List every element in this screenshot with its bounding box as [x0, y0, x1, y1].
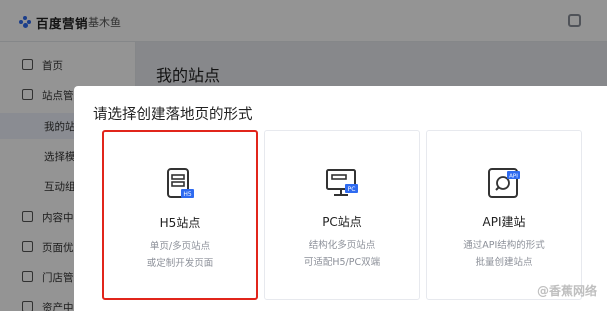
svg-text:API: API [509, 174, 518, 180]
api-site-icon: API [488, 168, 520, 198]
option-description: 结构化多页站点 可适配H5/PC双端 [265, 237, 419, 271]
option-description: 单页/多页站点 或定制开发页面 [104, 238, 256, 272]
option-description: 通过API结构的形式 批量创建站点 [427, 237, 581, 271]
option-card-api[interactable]: API API建站 通过API结构的形式 批量创建站点 [426, 130, 582, 300]
description-line: 批量创建站点 [475, 257, 533, 268]
description-line: 单页/多页站点 [149, 241, 211, 252]
svg-text:H5: H5 [183, 191, 192, 198]
description-line: 结构化多页站点 [308, 240, 376, 251]
modal-title: 请选择创建落地页的形式 [93, 107, 253, 123]
description-line: 通过API结构的形式 [463, 240, 545, 251]
option-name: API建站 [482, 215, 526, 229]
pc-site-icon: PC [326, 169, 358, 196]
watermark: @香蕉网络 [536, 284, 597, 298]
h5-site-icon: H5 [167, 168, 194, 198]
option-name: H5站点 [159, 216, 201, 230]
svg-text:PC: PC [348, 186, 356, 193]
option-name: PC站点 [322, 215, 362, 229]
description-line: 可适配H5/PC双端 [303, 257, 381, 268]
option-card-pc[interactable]: PC PC站点 结构化多页站点 可适配H5/PC双端 [264, 130, 420, 300]
create-landing-page-modal: 请选择创建落地页的形式 H5 H5站点 单页/多页站点 或定制开发页面 PC P… [74, 86, 607, 311]
option-card-h5[interactable]: H5 H5站点 单页/多页站点 或定制开发页面 [102, 130, 258, 300]
description-line: 或定制开发页面 [146, 258, 214, 269]
